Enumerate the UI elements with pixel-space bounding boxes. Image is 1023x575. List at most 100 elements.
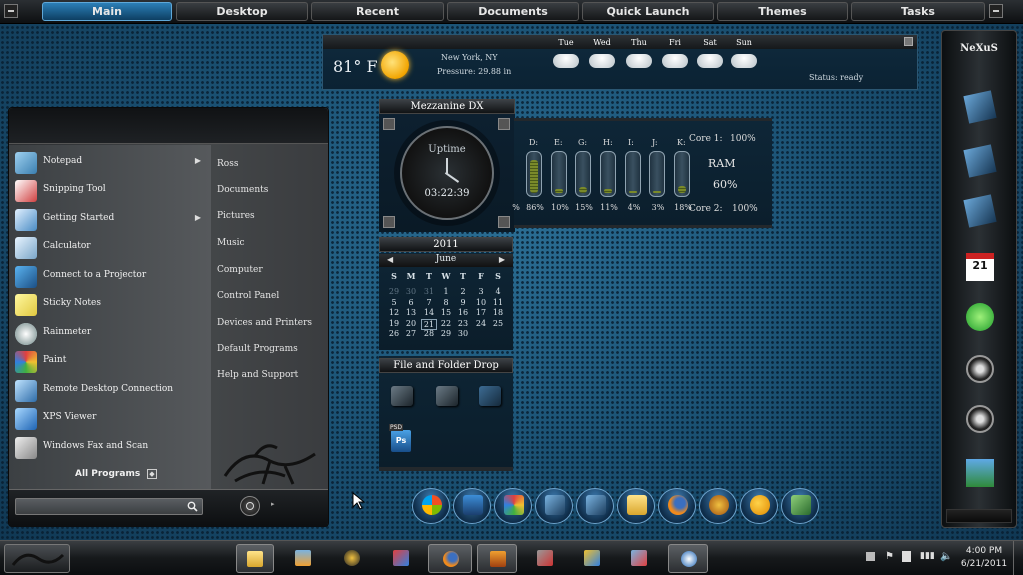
signal-icon[interactable]: ▮▮▮ [920, 551, 935, 561]
photo-icon[interactable] [966, 459, 994, 487]
dock-item-drive[interactable] [535, 488, 573, 524]
place-user[interactable]: Ross [217, 159, 238, 169]
place-computer[interactable]: Computer [217, 265, 263, 275]
taskbar-active-app[interactable] [668, 544, 708, 573]
search-input[interactable] [15, 498, 203, 515]
drive-icon[interactable] [963, 194, 997, 228]
start-button[interactable] [4, 544, 70, 573]
calendar-day[interactable]: 2 [455, 287, 471, 296]
taskbar-rainmeter[interactable] [334, 544, 370, 573]
calendar-day[interactable]: 30 [403, 287, 419, 296]
place-control-panel[interactable]: Control Panel [217, 291, 279, 301]
gauge-icon[interactable] [966, 355, 994, 383]
taskbar-media[interactable] [285, 544, 321, 573]
taskbar-app[interactable] [477, 544, 517, 573]
tab-desktop[interactable]: Desktop [176, 2, 308, 21]
taskbar-control-panel[interactable] [383, 544, 419, 573]
calendar-day[interactable]: 10 [473, 298, 489, 307]
calendar-day[interactable]: 16 [455, 308, 471, 317]
calendar-day[interactable]: 18 [490, 308, 506, 317]
dock-item-gimp[interactable] [699, 488, 737, 524]
calendar-day[interactable]: 22 [438, 319, 454, 328]
all-programs-arrow-icon[interactable]: ◆ [147, 469, 157, 479]
drive-icon[interactable] [963, 144, 997, 178]
calendar-day[interactable]: 6 [403, 298, 419, 307]
taskbar-network[interactable] [621, 544, 657, 573]
program-sticky-notes[interactable]: Sticky Notes [13, 292, 203, 318]
show-hidden-icons-icon[interactable] [866, 552, 875, 561]
tab-quick-launch[interactable]: Quick Launch [582, 2, 714, 21]
program-remote-desktop[interactable]: Remote Desktop Connection [13, 378, 203, 404]
program-xps-viewer[interactable]: XPS Viewer [13, 406, 203, 432]
program-paint[interactable]: Paint [13, 349, 203, 375]
place-default-programs[interactable]: Default Programs [217, 344, 298, 354]
taskbar-gallery[interactable] [574, 544, 610, 573]
place-documents[interactable]: Documents [217, 185, 268, 195]
calendar-day[interactable]: 21 [421, 318, 437, 330]
recycle-bin-icon[interactable] [966, 303, 994, 331]
tab-documents[interactable]: Documents [447, 2, 579, 21]
calendar-day[interactable]: 31 [421, 287, 437, 296]
computer-icon[interactable] [963, 90, 997, 124]
left-menu-button[interactable] [4, 4, 18, 18]
calendar-day[interactable]: 13 [403, 308, 419, 317]
dock-item-photoshop[interactable] [453, 488, 491, 524]
taskbar-date[interactable]: 6/21/2011 [960, 559, 1008, 569]
photoshop-file-icon[interactable]: Ps [391, 430, 411, 452]
right-menu-button[interactable] [989, 4, 1003, 18]
drop-slot-icon[interactable] [479, 386, 501, 406]
dock-item-weather[interactable] [740, 488, 778, 524]
dock-item-settings[interactable] [781, 488, 819, 524]
program-connect-projector[interactable]: Connect to a Projector [13, 264, 203, 290]
volume-muted-icon[interactable]: 🔈 [940, 551, 952, 562]
calendar-day[interactable]: 27 [403, 329, 419, 338]
flag-icon[interactable]: ⚑ [885, 551, 894, 562]
calendar-day[interactable]: 29 [438, 329, 454, 338]
calendar-day[interactable]: 9 [455, 298, 471, 307]
drop-slot-icon[interactable] [391, 386, 413, 406]
weather-close-button[interactable] [904, 37, 913, 46]
dock-item-folder[interactable] [617, 488, 655, 524]
calendar-day[interactable]: 4 [490, 287, 506, 296]
program-notepad[interactable]: Notepad ▶ [13, 150, 203, 176]
program-snipping-tool[interactable]: Snipping Tool [13, 178, 203, 204]
dock-item-paint[interactable] [494, 488, 532, 524]
tab-main[interactable]: Main [42, 2, 172, 21]
taskbar-explorer[interactable] [236, 544, 274, 573]
program-fax-scan[interactable]: Windows Fax and Scan [13, 435, 203, 461]
taskbar-time[interactable]: 4:00 PM [960, 546, 1008, 556]
show-desktop-button[interactable] [1013, 541, 1023, 575]
program-rainmeter[interactable]: Rainmeter [13, 321, 203, 347]
program-calculator[interactable]: Calculator [13, 235, 203, 261]
tab-tasks[interactable]: Tasks [851, 2, 985, 21]
gauge-icon[interactable] [966, 405, 994, 433]
calendar-day[interactable]: 30 [455, 329, 471, 338]
calendar-day[interactable]: 28 [421, 329, 437, 338]
calendar-day[interactable]: 7 [421, 298, 437, 307]
tab-recent[interactable]: Recent [311, 2, 444, 21]
calendar-day[interactable]: 1 [438, 287, 454, 296]
taskbar-firefox[interactable] [428, 544, 472, 573]
place-music[interactable]: Music [217, 238, 245, 248]
device-icon[interactable] [902, 551, 911, 562]
calendar-day[interactable]: 25 [490, 319, 506, 328]
calendar-day[interactable]: 14 [421, 308, 437, 317]
next-month-arrow-icon[interactable]: ▶ [499, 255, 505, 264]
dock-item-windows[interactable] [412, 488, 450, 524]
calendar-day[interactable]: 3 [473, 287, 489, 296]
power-button[interactable] [240, 496, 260, 516]
place-help-support[interactable]: Help and Support [217, 370, 298, 380]
calendar-day[interactable]: 5 [386, 298, 402, 307]
power-options-arrow-icon[interactable]: ▸ [271, 500, 275, 508]
place-devices-printers[interactable]: Devices and Printers [217, 318, 312, 328]
place-pictures[interactable]: Pictures [217, 211, 255, 221]
calendar-day[interactable]: 23 [455, 319, 471, 328]
calendar-day[interactable]: 29 [386, 287, 402, 296]
calendar-day[interactable]: 11 [490, 298, 506, 307]
dock-item-drive[interactable] [576, 488, 614, 524]
calendar-day[interactable]: 12 [386, 308, 402, 317]
drop-slot-icon[interactable] [436, 386, 458, 406]
calendar-day[interactable]: 15 [438, 308, 454, 317]
calendar-day[interactable]: 24 [473, 319, 489, 328]
calendar-icon[interactable]: 21 [966, 253, 994, 281]
